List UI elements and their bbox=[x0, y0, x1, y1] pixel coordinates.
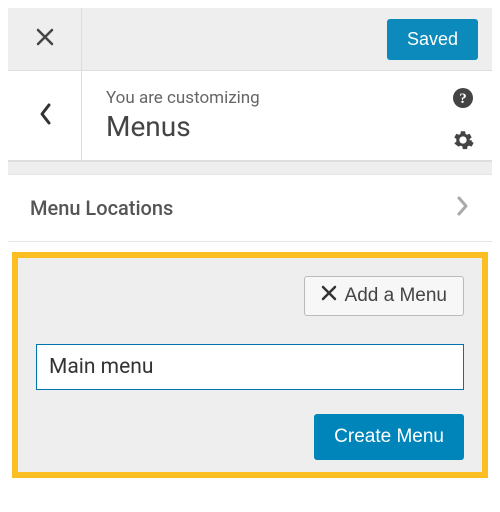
add-menu-row: Add a Menu bbox=[36, 276, 464, 316]
gear-icon[interactable] bbox=[452, 129, 474, 155]
saved-button[interactable]: Saved bbox=[387, 19, 478, 60]
header-icons: ? bbox=[452, 87, 474, 155]
back-button[interactable] bbox=[8, 71, 82, 160]
top-bar-right: Saved bbox=[82, 8, 492, 70]
create-menu-button[interactable]: Create Menu bbox=[314, 414, 464, 460]
svg-text:?: ? bbox=[459, 91, 467, 107]
add-menu-button[interactable]: Add a Menu bbox=[304, 276, 464, 316]
menu-locations-label: Menu Locations bbox=[30, 196, 173, 220]
menu-name-input[interactable] bbox=[36, 344, 464, 390]
divider bbox=[8, 161, 492, 175]
close-button[interactable] bbox=[8, 8, 82, 70]
close-icon bbox=[35, 27, 55, 51]
menu-locations-row[interactable]: Menu Locations bbox=[8, 175, 492, 242]
help-icon[interactable]: ? bbox=[452, 87, 474, 113]
chevron-left-icon bbox=[38, 102, 52, 130]
chevron-right-icon bbox=[456, 195, 470, 221]
customizing-label: You are customizing bbox=[106, 88, 468, 108]
section-title: Menus bbox=[106, 110, 468, 143]
add-menu-panel: Add a Menu Create Menu bbox=[12, 252, 488, 478]
create-menu-row: Create Menu bbox=[36, 414, 464, 460]
header-text: You are customizing Menus ? bbox=[82, 71, 492, 160]
add-menu-label: Add a Menu bbox=[345, 285, 447, 307]
header-row: You are customizing Menus ? bbox=[8, 71, 492, 161]
close-icon bbox=[321, 285, 337, 307]
top-bar: Saved bbox=[8, 8, 492, 71]
